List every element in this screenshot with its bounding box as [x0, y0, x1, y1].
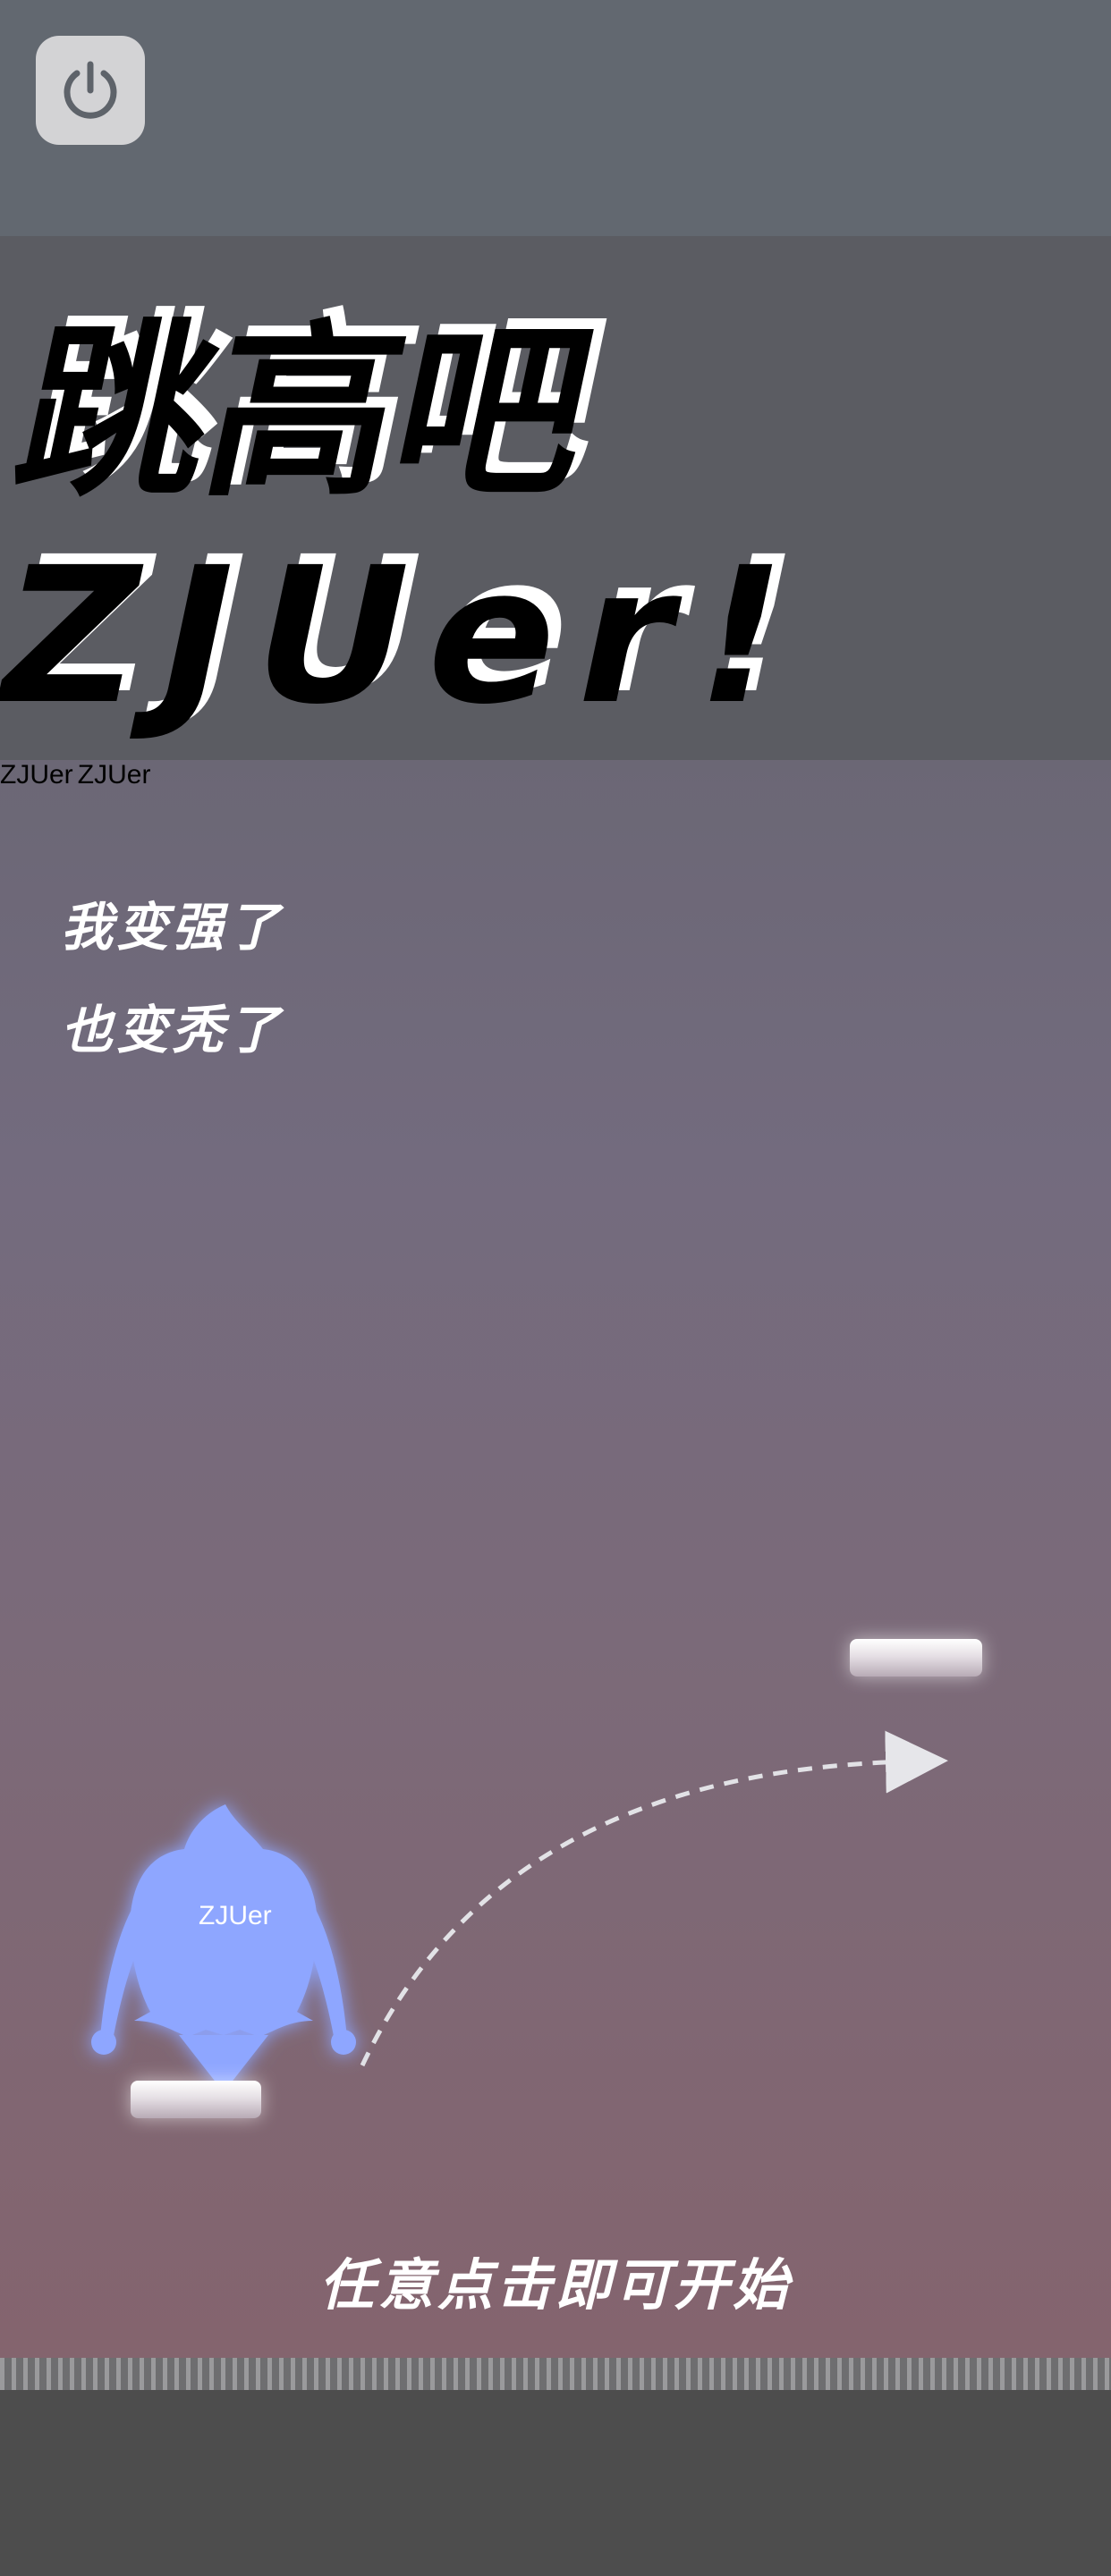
- ground-ruler: [0, 2358, 1111, 2390]
- jump-arrow: [360, 1730, 948, 2067]
- title-line1: 跳高吧: [0, 304, 610, 522]
- game-title: 跳高吧 ZJUer! 跳高吧 ZJUer!: [0, 293, 843, 746]
- title-line2: ZJUer!: [0, 528, 829, 746]
- platform-2: [850, 1639, 982, 1677]
- game-area[interactable]: 我变强了 也变秃了 ZJUer ZJUer ZJUer 任意点击即可开始: [0, 760, 1111, 2358]
- platform-1: [131, 2081, 261, 2118]
- top-bar: [0, 0, 1111, 236]
- power-icon: [64, 61, 117, 119]
- title-band: 跳高吧 ZJUer! 跳高吧 ZJUer!: [0, 236, 1111, 760]
- power-button[interactable]: [36, 36, 145, 145]
- player-character: ZJUer: [91, 1804, 356, 2092]
- start-prompt[interactable]: 任意点击即可开始: [0, 2240, 1111, 2320]
- character-label-1: ZJUer: [199, 1901, 272, 1930]
- bottom-bar: [0, 2390, 1111, 2576]
